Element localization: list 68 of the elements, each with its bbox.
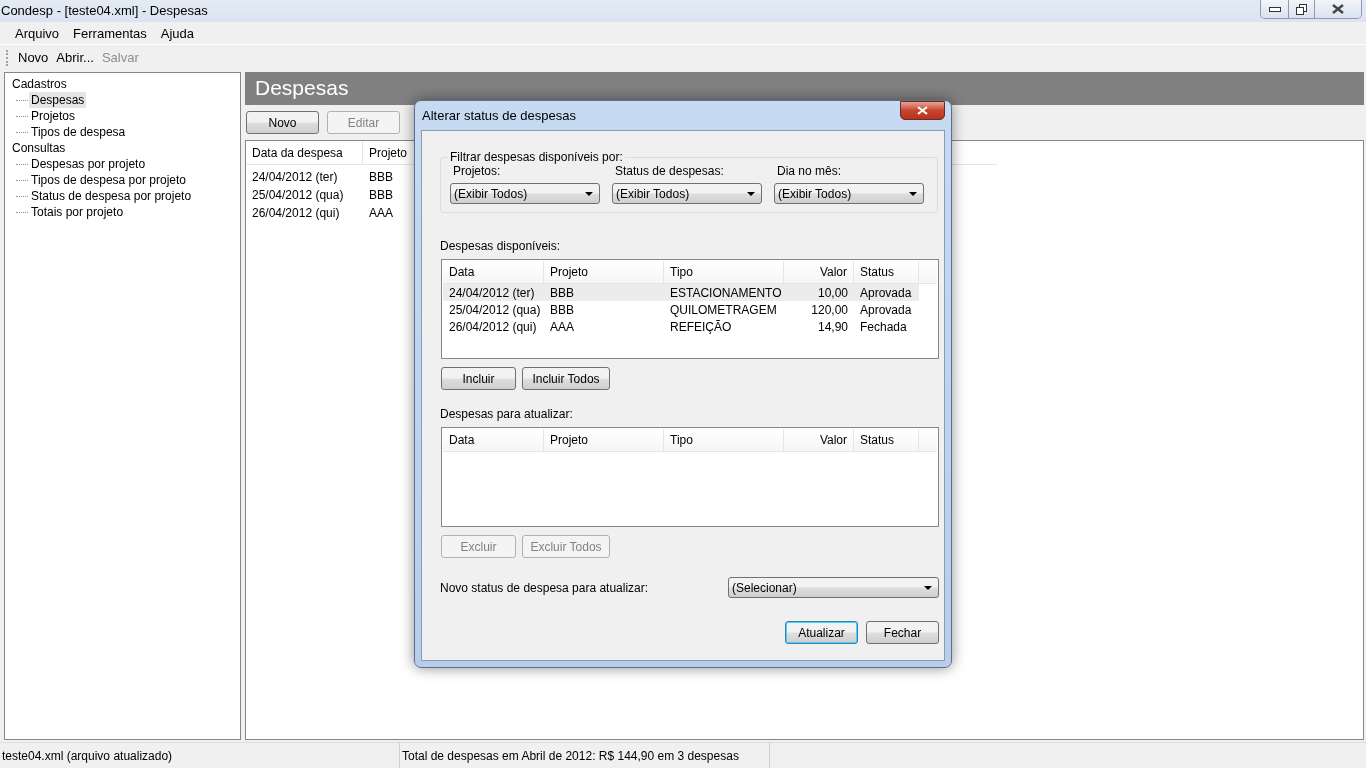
menu-item[interactable]: Ajuda	[153, 25, 202, 41]
tree-item[interactable]: Despesas	[29, 92, 87, 108]
column-header[interactable]: Status	[854, 429, 919, 451]
column-header[interactable]: Tipo	[664, 261, 784, 283]
column-header[interactable]: Projeto	[544, 429, 664, 451]
dropdown[interactable]: (Exibir Todos)	[774, 183, 924, 204]
tree-item[interactable]: Despesas por projeto	[29, 156, 148, 172]
field-label: Novo status de despesa para atualizar:	[440, 580, 649, 595]
list-row[interactable]: 26/04/2012 (qui) AAA REFEIÇÃO 14,90 Fechada	[443, 318, 919, 335]
group-label: Filtrar despesas disponíveis por:	[449, 150, 624, 164]
column-header[interactable]: Data da despesa	[246, 141, 363, 164]
column-header[interactable]: Valor	[784, 261, 854, 283]
close-icon	[1332, 4, 1344, 14]
dropdown-arrow-icon	[924, 585, 932, 590]
list-label: Despesas disponíveis:	[440, 239, 561, 253]
dropdown-arrow-icon	[747, 191, 755, 196]
action-button[interactable]: Incluir Todos	[522, 367, 610, 390]
tree-item[interactable]: Totais por projeto	[29, 204, 126, 220]
table-cell-text: 24/04/2012 (ter)	[251, 170, 339, 184]
column-header[interactable]: Tipo	[664, 429, 784, 451]
field-label: Dia no mês:	[776, 164, 843, 178]
close-button[interactable]	[900, 101, 945, 120]
list-row[interactable]: 24/04/2012 (ter) BBB ESTACIONAMENTO 10,00 Aprovada	[443, 284, 919, 301]
window-title: Condesp - [teste04.xml] - Despesas	[0, 2, 208, 18]
column-header[interactable]: Data	[443, 261, 544, 283]
toolbar-button[interactable]: Novo	[246, 111, 319, 134]
minimize-button[interactable]	[1261, 0, 1288, 18]
tree-item[interactable]: Tipos de despesa	[29, 124, 128, 140]
dialog-button[interactable]: Fechar	[866, 621, 939, 644]
field-label: Status de despesas:	[614, 164, 725, 178]
minimize-icon	[1268, 6, 1281, 12]
table-cell-text: AAA	[368, 206, 394, 220]
restore-button[interactable]	[1288, 0, 1314, 18]
table-cell-text: BBB	[368, 188, 394, 202]
tree-item[interactable]: Tipos de despesa por projeto	[29, 172, 188, 188]
action-button[interactable]: Incluir	[441, 367, 516, 390]
column-header[interactable]: Status	[854, 261, 919, 283]
table-cell-text: 26/04/2012 (qui)	[251, 206, 341, 220]
column-header[interactable]: Valor	[784, 429, 854, 451]
column-header[interactable]: Projeto	[544, 261, 664, 283]
page-header: Despesas	[245, 72, 1364, 105]
restore-icon	[1296, 3, 1307, 15]
dropdown-arrow-icon	[909, 191, 917, 196]
dialog-title: Alterar status de despesas	[421, 108, 576, 123]
toolbar-button[interactable]: Abrir...	[52, 50, 98, 65]
dropdown[interactable]: (Selecionar)	[728, 577, 939, 598]
tree-item[interactable]: Cadastros	[10, 77, 69, 91]
list-label: Despesas para atualizar:	[440, 407, 573, 421]
status-text: Total de despesas em Abril de 2012: R$ 144,90 em 3 despesas	[400, 743, 770, 768]
dialog-button[interactable]: Atualizar	[785, 621, 858, 644]
menu-item[interactable]: Arquivo	[8, 25, 67, 41]
tree-item[interactable]: Consultas	[10, 141, 68, 155]
menu-item[interactable]: Ferramentas	[66, 25, 154, 41]
dropdown[interactable]: (Exibir Todos)	[450, 183, 600, 204]
toolbar-grip	[6, 49, 9, 66]
tree-item[interactable]: Projetos	[29, 108, 78, 124]
status-text: teste04.xml (arquivo atualizado)	[0, 743, 400, 768]
list-row[interactable]: 25/04/2012 (qua) BBB QUILOMETRAGEM 120,00 Aprovada	[443, 301, 919, 318]
field-label: Projetos:	[452, 164, 502, 178]
table-cell-text: 25/04/2012 (qua)	[251, 188, 345, 202]
dropdown[interactable]: (Exibir Todos)	[612, 183, 762, 204]
dropdown-arrow-icon	[585, 191, 593, 196]
tree-item[interactable]: Status de despesa por projeto	[29, 188, 194, 204]
close-button[interactable]	[1314, 0, 1361, 18]
table-cell-text: BBB	[368, 170, 394, 184]
column-header[interactable]: Data	[443, 429, 544, 451]
toolbar-button[interactable]: Novo	[14, 50, 53, 65]
close-icon	[917, 106, 928, 115]
